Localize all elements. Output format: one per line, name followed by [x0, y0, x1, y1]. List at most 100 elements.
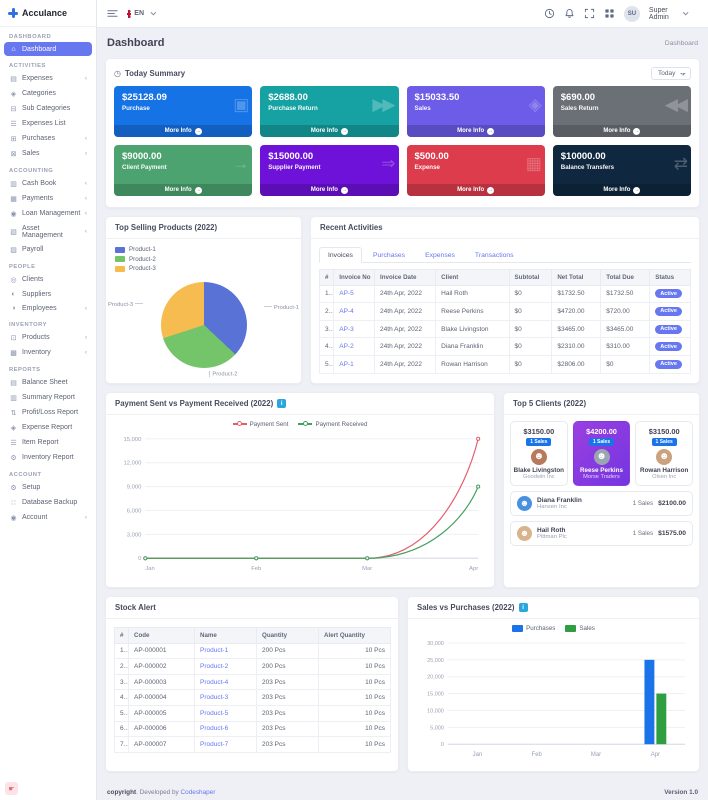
recent-tab[interactable]: Transactions [466, 247, 523, 263]
user-menu[interactable]: Super Admin [649, 7, 698, 21]
product-link[interactable]: Product-2 [200, 663, 228, 670]
sidebar-item[interactable]: ⊠ Sales ‹ [0, 146, 96, 161]
legend-item[interactable]: Product-3 [115, 265, 292, 272]
chevron-icon: ‹ [84, 349, 87, 356]
invoice-row: 1 AP-5 24th Apr, 2022 Hail Roth $0 $1732… [318, 284, 691, 304]
top-clients-cards: $3150.00 1 Sales ☻ Blake Livingston Good… [510, 421, 694, 486]
legend-item[interactable]: Payment Received [298, 421, 367, 428]
product-link[interactable]: Product-5 [200, 710, 228, 717]
client-company: Olsen Inc [652, 474, 677, 480]
period-select[interactable]: Today [651, 67, 691, 80]
line-chart: 0 3,000 6,000 9,000 12,000 15,000 Jan Feb Mar Apr [123, 436, 481, 572]
breadcrumb[interactable]: Dashboard [665, 40, 698, 47]
sidebar-item[interactable]: ◉ Account ‹ [0, 510, 96, 525]
alert-quantity: 10 Pcs [318, 689, 391, 706]
product-link[interactable]: Product-1 [200, 647, 228, 654]
more-info-link[interactable]: More Info → [406, 125, 545, 137]
product-link[interactable]: Product-7 [200, 741, 228, 748]
apps-grid-button[interactable] [604, 8, 615, 19]
invoice-link[interactable]: AP-5 [339, 290, 353, 297]
invoice-link[interactable]: AP-4 [339, 308, 353, 315]
developer-link[interactable]: Codeshaper [181, 789, 216, 796]
sidebar-item[interactable]: ▨ Payroll [0, 242, 96, 257]
debugbar-badge[interactable]: ☛ [5, 782, 18, 795]
panel-title: Top 5 Clients (2022) [504, 393, 699, 415]
sidebar-item[interactable]: ☰ Item Report [0, 435, 96, 450]
history-button[interactable] [544, 8, 555, 19]
subtotal: $0 [508, 354, 553, 374]
more-info-link[interactable]: More Info → [114, 125, 253, 137]
notifications-bell-button[interactable] [564, 8, 575, 19]
recent-tab[interactable]: Invoices [319, 247, 362, 263]
sidebar-item[interactable]: ☰ Expenses List [0, 116, 96, 131]
sidebar-item[interactable]: ▦ Payments ‹ [0, 191, 96, 206]
sales-count-badge: 1 Sales [588, 438, 615, 446]
payments-chart-panel: Payment Sent vs Payment Received (2022) … [105, 392, 495, 588]
sidebar-item[interactable]: ⊡ Products ‹ [0, 330, 96, 345]
client-name: Diana Franklin [537, 497, 582, 504]
info-icon[interactable]: i [518, 603, 528, 612]
sidebar-item[interactable]: ◈ Categories [0, 86, 96, 101]
invoice-link[interactable]: AP-3 [339, 326, 353, 333]
fullscreen-button[interactable] [584, 8, 595, 19]
product-link[interactable]: Product-6 [200, 725, 228, 732]
product-code: AP-000001 [128, 642, 195, 660]
panel-title: Recent Activities [311, 217, 699, 239]
client-name: Blake Livingston [435, 319, 510, 339]
row-index: 4 [318, 337, 335, 356]
sidebar-item[interactable]: ▤ Balance Sheet [0, 375, 96, 390]
legend-item[interactable]: Purchases [512, 624, 555, 632]
more-info-link[interactable]: More Info → [260, 184, 399, 196]
svg-text:Feb: Feb [251, 566, 262, 572]
app-logo[interactable]: Acculance [0, 0, 96, 27]
stat-amount: $15033.50 [414, 92, 460, 103]
recent-tab[interactable]: Purchases [364, 247, 414, 263]
product-link[interactable]: Product-3 [200, 694, 228, 701]
client-list-item: ☻ Diana Franklin Hansen Inc 1 Sales $210… [510, 491, 693, 516]
more-info-link[interactable]: More Info → [552, 125, 691, 137]
quantity: 203 Pcs [256, 704, 319, 722]
recent-tab[interactable]: Expenses [416, 247, 464, 263]
info-icon[interactable]: i [277, 399, 287, 408]
more-info-link[interactable]: More Info → [114, 184, 253, 196]
legend-item[interactable]: Product-1 [115, 246, 292, 253]
column-header: # [318, 269, 335, 286]
more-info-link[interactable]: More Info → [552, 184, 691, 196]
sidebar-item[interactable]: ▩ Inventory ‹ [0, 345, 96, 360]
sidebar-item[interactable]: ◐ Suppliers [0, 287, 96, 301]
legend-item[interactable]: Product-2 [115, 256, 292, 263]
sidebar-item-icon: ▦ [10, 195, 17, 203]
sidebar-item[interactable]: ⊟ Sub Categories [0, 101, 96, 116]
column-header: Subtotal [508, 269, 553, 286]
sidebar-item[interactable]: ▤ Expenses ‹ [0, 71, 96, 86]
total-due: $720.00 [600, 302, 651, 321]
sidebar-item[interactable]: ▧ Asset Management ‹ [0, 221, 96, 242]
language-switcher[interactable]: EN [127, 9, 160, 18]
sidebar-item[interactable]: ▥ Cash Book ‹ [0, 176, 96, 191]
sidebar-item[interactable]: ∷ Database Backup [0, 495, 96, 510]
sidebar-item[interactable]: ▥ Summary Report [0, 390, 96, 405]
product-link[interactable]: Product-4 [200, 679, 228, 686]
quantity: 200 Pcs [256, 642, 319, 660]
more-info-link[interactable]: More Info → [260, 125, 399, 137]
sidebar-item[interactable]: ◈ Expense Report [0, 420, 96, 435]
invoice-link[interactable]: AP-2 [339, 343, 353, 350]
product-code: AP-000006 [128, 720, 195, 738]
legend-item[interactable]: Sales [565, 624, 595, 632]
sidebar-item[interactable]: ◉ Loan Management ‹ [0, 206, 96, 221]
sidebar-item[interactable]: ⇅ Profit/Loss Report [0, 405, 96, 420]
sidebar-item[interactable]: ◎ Clients [0, 272, 96, 287]
sidebar-item[interactable]: ⊞ Purchases ‹ [0, 131, 96, 146]
sidebar-item[interactable]: ◑ Employees ‹ [0, 301, 96, 315]
legend-item[interactable]: Payment Sent [232, 421, 288, 428]
sidebar-toggle-button[interactable] [107, 8, 118, 19]
invoice-link[interactable]: AP-1 [339, 361, 353, 368]
user-avatar[interactable]: SU [623, 5, 640, 22]
chevron-icon: ‹ [84, 195, 87, 202]
more-info-link[interactable]: More Info → [406, 184, 545, 196]
sidebar-item[interactable]: ⚙ Inventory Report [0, 450, 96, 465]
stat-label: Expense [414, 164, 440, 171]
sidebar-item[interactable]: ⚙ Setup [0, 480, 96, 495]
sidebar-item-dashboard[interactable]: ⌂ Dashboard [4, 42, 92, 56]
invoice-date: 24th Apr, 2022 [374, 302, 437, 321]
